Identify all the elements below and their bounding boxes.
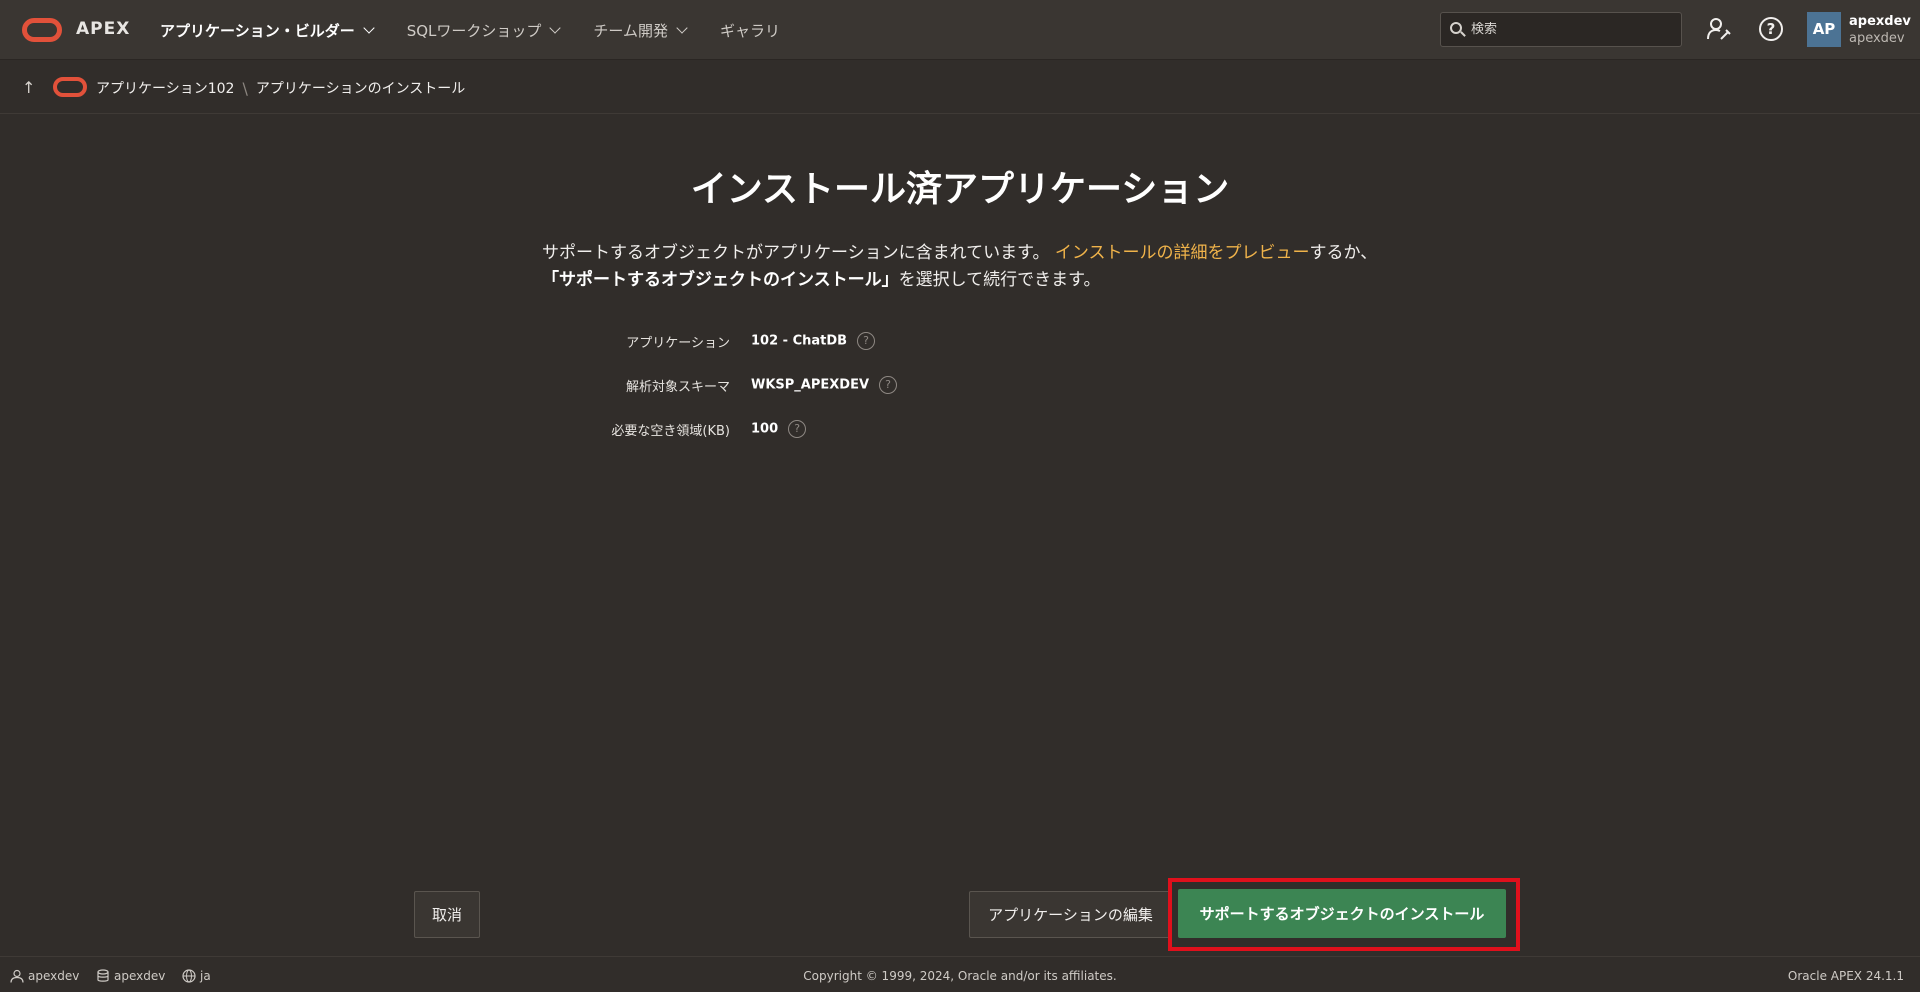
help-icon[interactable]: ? [857,332,876,350]
description-text-2: するか、 [1309,243,1378,263]
preview-install-details-link[interactable]: インストールの詳細をプレビュー [1055,243,1310,263]
description-text-3: を選択して続行できます。 [898,270,1101,290]
help-icon[interactable]: ? [1759,17,1783,41]
breadcrumb-item-install: アプリケーションのインストール [255,81,466,97]
nav-gallery[interactable]: ギャラリ [720,20,780,41]
nav-sql-workshop-label: SQLワークショップ [406,21,542,40]
version-label: Oracle APEX 24.1.1 [1787,969,1904,983]
chevron-down-icon [549,21,562,34]
install-supporting-objects-button[interactable]: サポートするオブジェクトのインストール [1178,889,1506,938]
nav-app-builder-label: アプリケーション・ビルダー [160,21,355,40]
oracle-logo-icon[interactable] [22,18,62,42]
chevron-down-icon [676,21,688,34]
help-icon[interactable]: ? [788,420,807,438]
main-nav: アプリケーション・ビルダー SQLワークショップ チーム開発 ギャラリ [160,0,814,60]
footer: apexdev apexdev ja Copyright © 1999, 202… [0,956,1920,992]
description-strong: 「サポートするオブジェクトのインストール」 [542,270,899,290]
user-menu[interactable]: apexdev apexdev [1849,13,1911,47]
field-value: WKSP_APEXDEV? [751,376,898,394]
description: サポートするオブジェクトがアプリケーションに含まれています。 インストールの詳細… [542,240,1382,294]
search-box[interactable] [1440,12,1682,47]
nav-team-development-label: チーム開発 [593,21,668,40]
breadcrumb-item-application[interactable]: アプリケーション102 [96,78,234,98]
field-label: 必要な空き領域(KB) [611,424,730,439]
nav-app-builder[interactable]: アプリケーション・ビルダー [160,20,375,41]
search-icon [1449,21,1467,39]
field-value-text: WKSP_APEXDEV [751,377,870,393]
field-value: 102 - ChatDB? [751,332,876,350]
cancel-button[interactable]: 取消 [414,891,480,938]
administration-icon[interactable] [1706,16,1732,42]
nav-team-development[interactable]: チーム開発 [593,20,688,41]
copyright: Copyright © 1999, 2024, Oracle and/or it… [803,969,1117,983]
top-header: APEX アプリケーション・ビルダー SQLワークショップ チーム開発 ギャラリ… [0,0,1920,60]
field-value: 100? [751,420,807,438]
field-value-text: 102 - ChatDB [751,333,848,349]
chevron-down-icon [363,21,375,34]
user-name: apexdev [1849,14,1911,29]
breadcrumb-separator: \ [242,78,248,98]
app-icon [53,77,87,97]
app-name[interactable]: APEX [76,19,130,39]
page-title: インストール済アプリケーション [690,169,1230,210]
field-label: 解析対象スキーマ [625,380,730,395]
edit-application-button[interactable]: アプリケーションの編集 [969,891,1172,938]
field-label: アプリケーション [626,336,730,351]
breadcrumb: アプリケーション102 \ アプリケーションのインストール [96,78,465,98]
arrow-up-icon[interactable]: ↑ [22,78,35,97]
field-value-text: 100 [751,421,779,437]
avatar[interactable]: AP [1807,12,1841,47]
workspace-name: apexdev [1849,31,1905,46]
breadcrumb-bar: ↑ アプリケーション102 \ アプリケーションのインストール [0,60,1920,114]
description-text-1: サポートするオブジェクトがアプリケーションに含まれています。 [542,243,1050,263]
nav-sql-workshop[interactable]: SQLワークショップ [406,20,562,41]
search-input[interactable] [1471,22,1671,37]
nav-gallery-label: ギャラリ [719,21,780,40]
help-icon[interactable]: ? [879,376,898,394]
